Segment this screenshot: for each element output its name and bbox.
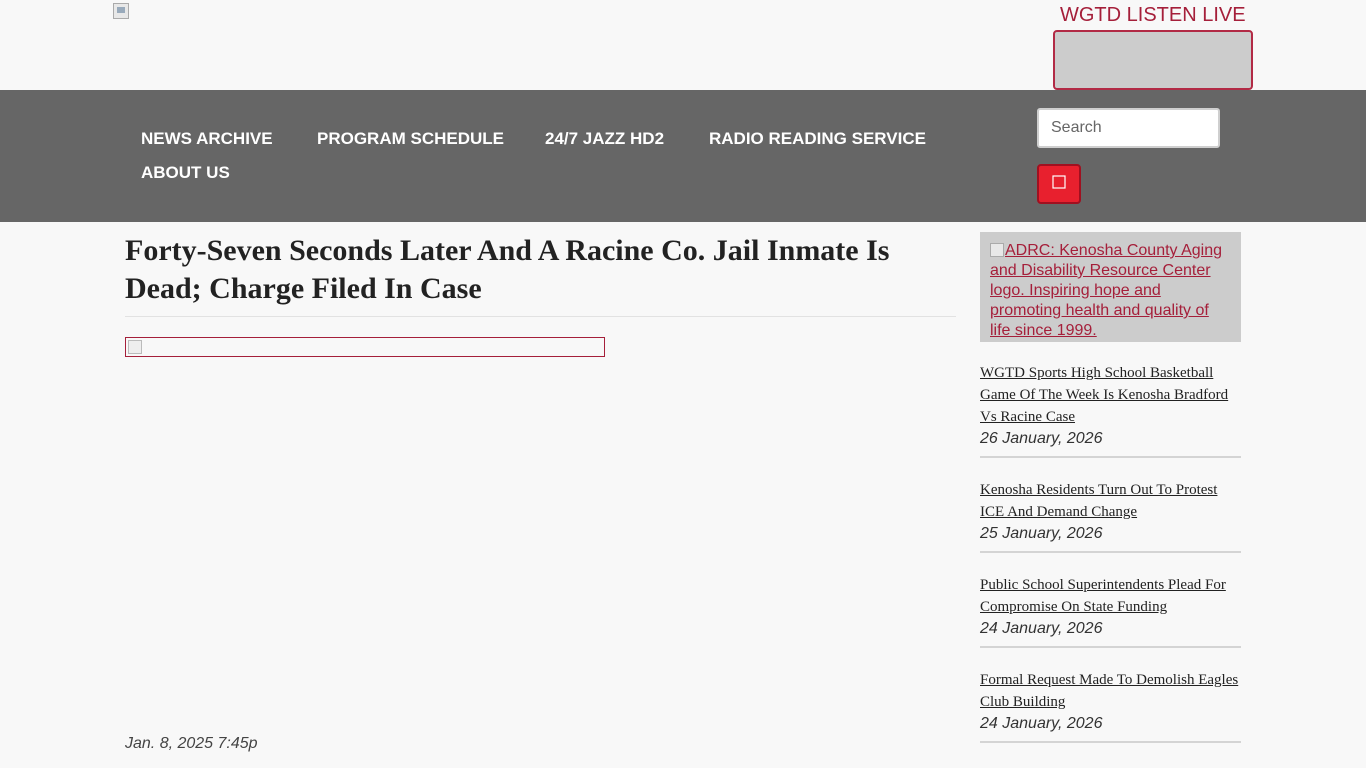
sidebar-news-date: 26 January, 2026: [980, 430, 1103, 447]
sidebar-news-date: 25 January, 2026: [980, 525, 1103, 542]
sidebar-news-link[interactable]: Formal Request Made To Demolish Eagles C…: [980, 669, 1241, 713]
nav-item-news-archive[interactable]: NEWS ARCHIVE: [141, 129, 273, 149]
search-button[interactable]: [1037, 164, 1081, 204]
search-input[interactable]: [1037, 108, 1220, 148]
sidebar-ad-alt-text: ADRC: Kenosha County Aging and Disabilit…: [990, 242, 1223, 339]
nav-item-about-us[interactable]: ABOUT US: [141, 163, 230, 183]
listen-live-label[interactable]: WGTD LISTEN LIVE: [1060, 4, 1250, 27]
sidebar-news-date: 24 January, 2026: [980, 620, 1103, 637]
title-divider: [125, 316, 956, 317]
sidebar-news-item: WGTD Sports High School Basketball Game …: [980, 362, 1241, 458]
article-date: Jan. 8, 2025 7:45p: [125, 735, 258, 752]
article-title: Forty-Seven Seconds Later And A Racine C…: [125, 234, 890, 305]
nav-item-radio-reading-service[interactable]: RADIO READING SERVICE: [709, 129, 926, 149]
sidebar-news-item: Kenosha Residents Turn Out To Protest IC…: [980, 479, 1241, 553]
sidebar-news-link[interactable]: Public School Superintendents Plead For …: [980, 574, 1241, 618]
sidebar-news-link[interactable]: Kenosha Residents Turn Out To Protest IC…: [980, 479, 1241, 523]
article-image: [125, 337, 605, 357]
sidebar-news-link[interactable]: WGTD Sports High School Basketball Game …: [980, 362, 1241, 428]
nav-item-jazz-hd2[interactable]: 24/7 JAZZ HD2: [545, 129, 664, 149]
sidebar-ad: ADRC: Kenosha County Aging and Disabilit…: [980, 232, 1241, 342]
sidebar-ad-link[interactable]: ADRC: Kenosha County Aging and Disabilit…: [990, 241, 1231, 341]
broken-image-icon: [128, 340, 142, 354]
nav-item-program-schedule[interactable]: PROGRAM SCHEDULE: [317, 129, 504, 149]
site-header: WGTD LISTEN LIVE: [0, 0, 1366, 90]
search-icon: [1052, 174, 1066, 194]
broken-image-icon: [990, 243, 1004, 257]
live-audio-player[interactable]: [1053, 30, 1253, 90]
main-navigation: NEWS ARCHIVE PROGRAM SCHEDULE 24/7 JAZZ …: [0, 90, 1366, 222]
sidebar-news-item: Formal Request Made To Demolish Eagles C…: [980, 669, 1241, 743]
site-logo[interactable]: [113, 3, 129, 19]
sidebar-news-item: Public School Superintendents Plead For …: [980, 574, 1241, 648]
sidebar-news-date: 24 January, 2026: [980, 715, 1103, 732]
